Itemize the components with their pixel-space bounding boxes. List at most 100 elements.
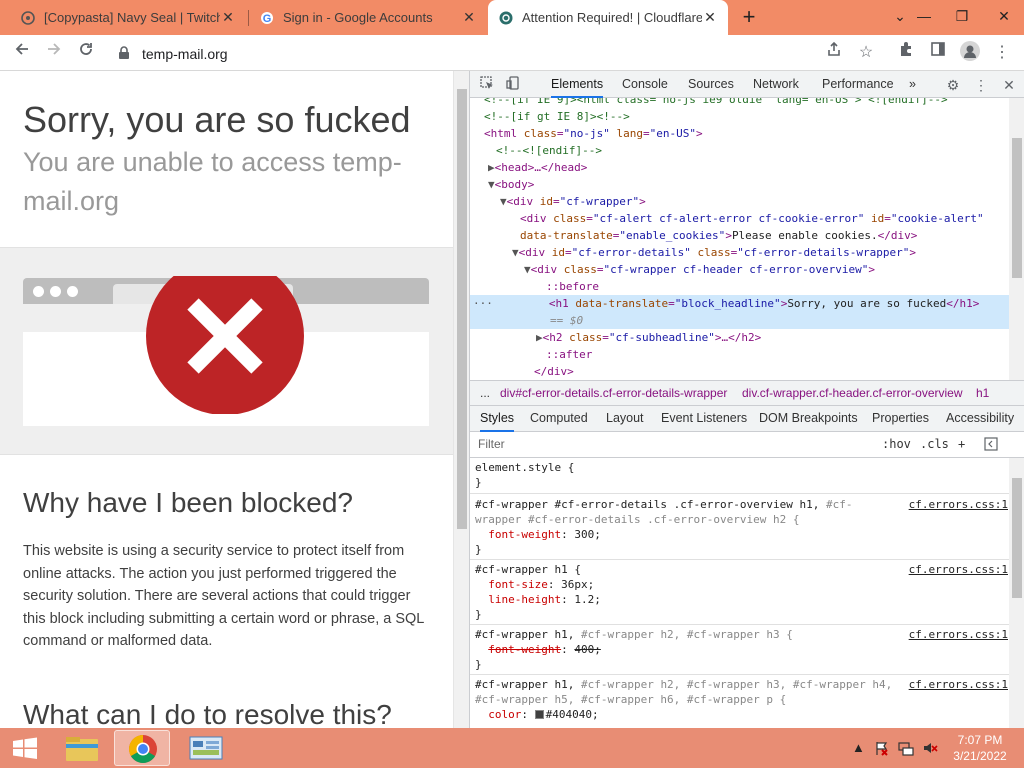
rule-source-link[interactable]: cf.errors.css:1 (909, 677, 1008, 692)
profile-avatar-icon[interactable] (958, 41, 982, 65)
back-icon[interactable] (10, 41, 34, 65)
inspect-element-icon[interactable] (478, 76, 496, 94)
close-tab-icon[interactable]: ✕ (702, 9, 718, 26)
dom-line[interactable]: <div class="cf-alert cf-alert-error cf-c… (520, 210, 1010, 227)
tab-cloudflare[interactable]: Attention Required! | Cloudflare ✕ (488, 0, 728, 35)
reload-icon[interactable] (74, 41, 98, 65)
tab-layout[interactable]: Layout (606, 406, 644, 432)
forward-icon[interactable] (42, 41, 66, 65)
collapse-triangle-icon[interactable]: ▼ (500, 195, 507, 208)
breadcrumb-more[interactable]: ... (480, 381, 490, 405)
extensions-icon[interactable] (894, 41, 918, 65)
file-explorer-icon[interactable] (54, 730, 110, 766)
side-panel-icon[interactable] (926, 41, 950, 65)
expand-triangle-icon[interactable]: ▶ (536, 331, 543, 344)
css-property[interactable]: font-weight (488, 528, 561, 541)
address-bar[interactable]: temp-mail.org (108, 40, 888, 68)
dom-line[interactable]: <!--[if IE 9]><html class="no-js ie9 old… (484, 98, 1010, 108)
tab-network[interactable]: Network (753, 71, 799, 98)
close-window-button[interactable]: ✕ (986, 0, 1022, 32)
tab-styles[interactable]: Styles (480, 406, 515, 432)
restore-button[interactable]: ❐ (944, 0, 980, 32)
dom-line[interactable]: <!--[if gt IE 8]><!--> (484, 108, 1010, 125)
css-value-overridden[interactable]: 400; (574, 643, 601, 656)
rule-source-link[interactable]: cf.errors.css:1 (909, 627, 1008, 642)
tab-twitch-quotes[interactable]: [Copypasta] Navy Seal | TwitchQu ✕ (10, 0, 246, 35)
dom-line[interactable]: </div> (534, 363, 1010, 380)
css-property[interactable]: line-height (488, 593, 561, 606)
css-property-overridden[interactable]: font-weight (488, 643, 561, 656)
page-scrollbar[interactable] (453, 71, 469, 728)
css-property[interactable]: color (488, 708, 521, 721)
dom-line-selected[interactable]: == $0 (470, 312, 1010, 329)
close-tab-icon[interactable]: ✕ (461, 9, 477, 26)
dom-line[interactable]: <html class="no-js" lang="en-US"> (484, 125, 1010, 142)
dom-line[interactable]: data-translate="enable_cookies">Please e… (520, 227, 1010, 244)
tab-console[interactable]: Console (622, 71, 668, 98)
css-rule[interactable]: #cf-wrapper #cf-error-details .cf-error-… (470, 494, 1010, 560)
styles-filter-input[interactable]: Filter (478, 437, 505, 451)
dom-line[interactable]: ▶<head>…</head> (488, 159, 1010, 176)
color-swatch[interactable] (534, 710, 544, 719)
settings-gear-icon[interactable]: ⚙ (944, 76, 962, 94)
dom-line[interactable]: ▶<h2 class="cf-subheadline">…</h2> (536, 329, 1010, 346)
css-value[interactable]: #404040; (546, 708, 599, 721)
dom-line[interactable]: ::before (546, 278, 1010, 295)
hov-toggle[interactable]: :hov (882, 437, 911, 451)
tab-event-listeners[interactable]: Event Listeners (661, 406, 747, 432)
lock-icon[interactable] (118, 46, 130, 60)
tab-sources[interactable]: Sources (688, 71, 734, 98)
css-value[interactable]: 36px; (561, 578, 594, 591)
css-rule[interactable]: #cf-wrapper h1, #cf-wrapper h2, #cf-wrap… (470, 625, 1010, 675)
control-panel-icon[interactable] (178, 730, 234, 766)
css-property[interactable]: font-size (488, 578, 548, 591)
more-tabs-icon[interactable]: » (909, 71, 916, 98)
share-icon[interactable] (822, 41, 846, 65)
tab-performance[interactable]: Performance (822, 71, 894, 98)
system-clock[interactable]: 7:07 PM 3/21/2022 (940, 732, 1020, 764)
show-hidden-icons[interactable]: ▲ (852, 740, 865, 755)
dom-line[interactable]: ::after (546, 346, 1010, 363)
dom-line-selected[interactable]: ··· <h1 data-translate="block_headline">S… (470, 295, 1010, 312)
dom-scrollbar[interactable] (1009, 98, 1024, 380)
cls-toggle[interactable]: .cls (920, 437, 949, 451)
browser-menu-icon[interactable]: ⋮ (990, 41, 1014, 65)
css-rule[interactable]: #cf-wrapper h1, #cf-wrapper h2, #cf-wrap… (470, 675, 1010, 728)
scrollbar-thumb[interactable] (1012, 138, 1022, 278)
toggle-sidebar-icon[interactable] (984, 437, 998, 454)
tab-google-sign-in[interactable]: G Sign in - Google Accounts ✕ (249, 0, 487, 35)
breadcrumb-item[interactable]: div.cf-wrapper.cf-header.cf-error-overvi… (742, 381, 963, 405)
dom-ellipsis[interactable]: ··· (473, 297, 493, 310)
breadcrumb-item[interactable]: h1 (976, 381, 989, 405)
close-tab-icon[interactable]: ✕ (220, 9, 236, 26)
device-toolbar-icon[interactable] (504, 76, 522, 94)
close-devtools-icon[interactable]: ✕ (1000, 76, 1018, 94)
collapse-triangle-icon[interactable]: ▼ (524, 263, 531, 276)
volume-muted-icon[interactable] (922, 740, 938, 759)
tab-dom-breakpoints[interactable]: DOM Breakpoints (759, 406, 858, 432)
windows-start-icon[interactable] (0, 728, 50, 768)
dom-line[interactable]: ▼<div id="cf-error-details" class="cf-er… (512, 244, 1010, 261)
dom-line[interactable]: ▼<div class="cf-wrapper cf-header cf-err… (524, 261, 1010, 278)
scrollbar-thumb[interactable] (457, 89, 467, 529)
tab-elements[interactable]: Elements (551, 71, 604, 98)
dom-line[interactable]: ▼<body> (488, 176, 1010, 193)
rule-source-link[interactable]: cf.errors.css:1 (909, 562, 1008, 577)
collapse-triangle-icon[interactable]: ▼ (488, 178, 495, 191)
collapse-triangle-icon[interactable]: ▼ (512, 246, 519, 259)
dom-line[interactable]: ▼<div id="cf-wrapper"> (500, 193, 1010, 210)
network-icon[interactable] (898, 740, 914, 759)
css-rule[interactable]: element.style { } (470, 458, 1010, 494)
breadcrumb-item[interactable]: div#cf-error-details.cf-error-details-wr… (500, 381, 727, 405)
css-value[interactable]: 300; (574, 528, 601, 541)
styles-scrollbar[interactable] (1009, 458, 1024, 728)
new-tab-button[interactable]: + (736, 4, 762, 30)
devtools-menu-icon[interactable]: ⋮ (972, 76, 990, 94)
dom-line[interactable]: <!--<![endif]--> (496, 142, 1010, 159)
expand-triangle-icon[interactable]: ▶ (488, 161, 495, 174)
rule-source-link[interactable]: cf.errors.css:1 (909, 497, 1008, 512)
tab-properties[interactable]: Properties (872, 406, 929, 432)
tab-accessibility[interactable]: Accessibility (946, 406, 1014, 432)
tab-computed[interactable]: Computed (530, 406, 588, 432)
minimize-button[interactable]: — (906, 0, 942, 32)
